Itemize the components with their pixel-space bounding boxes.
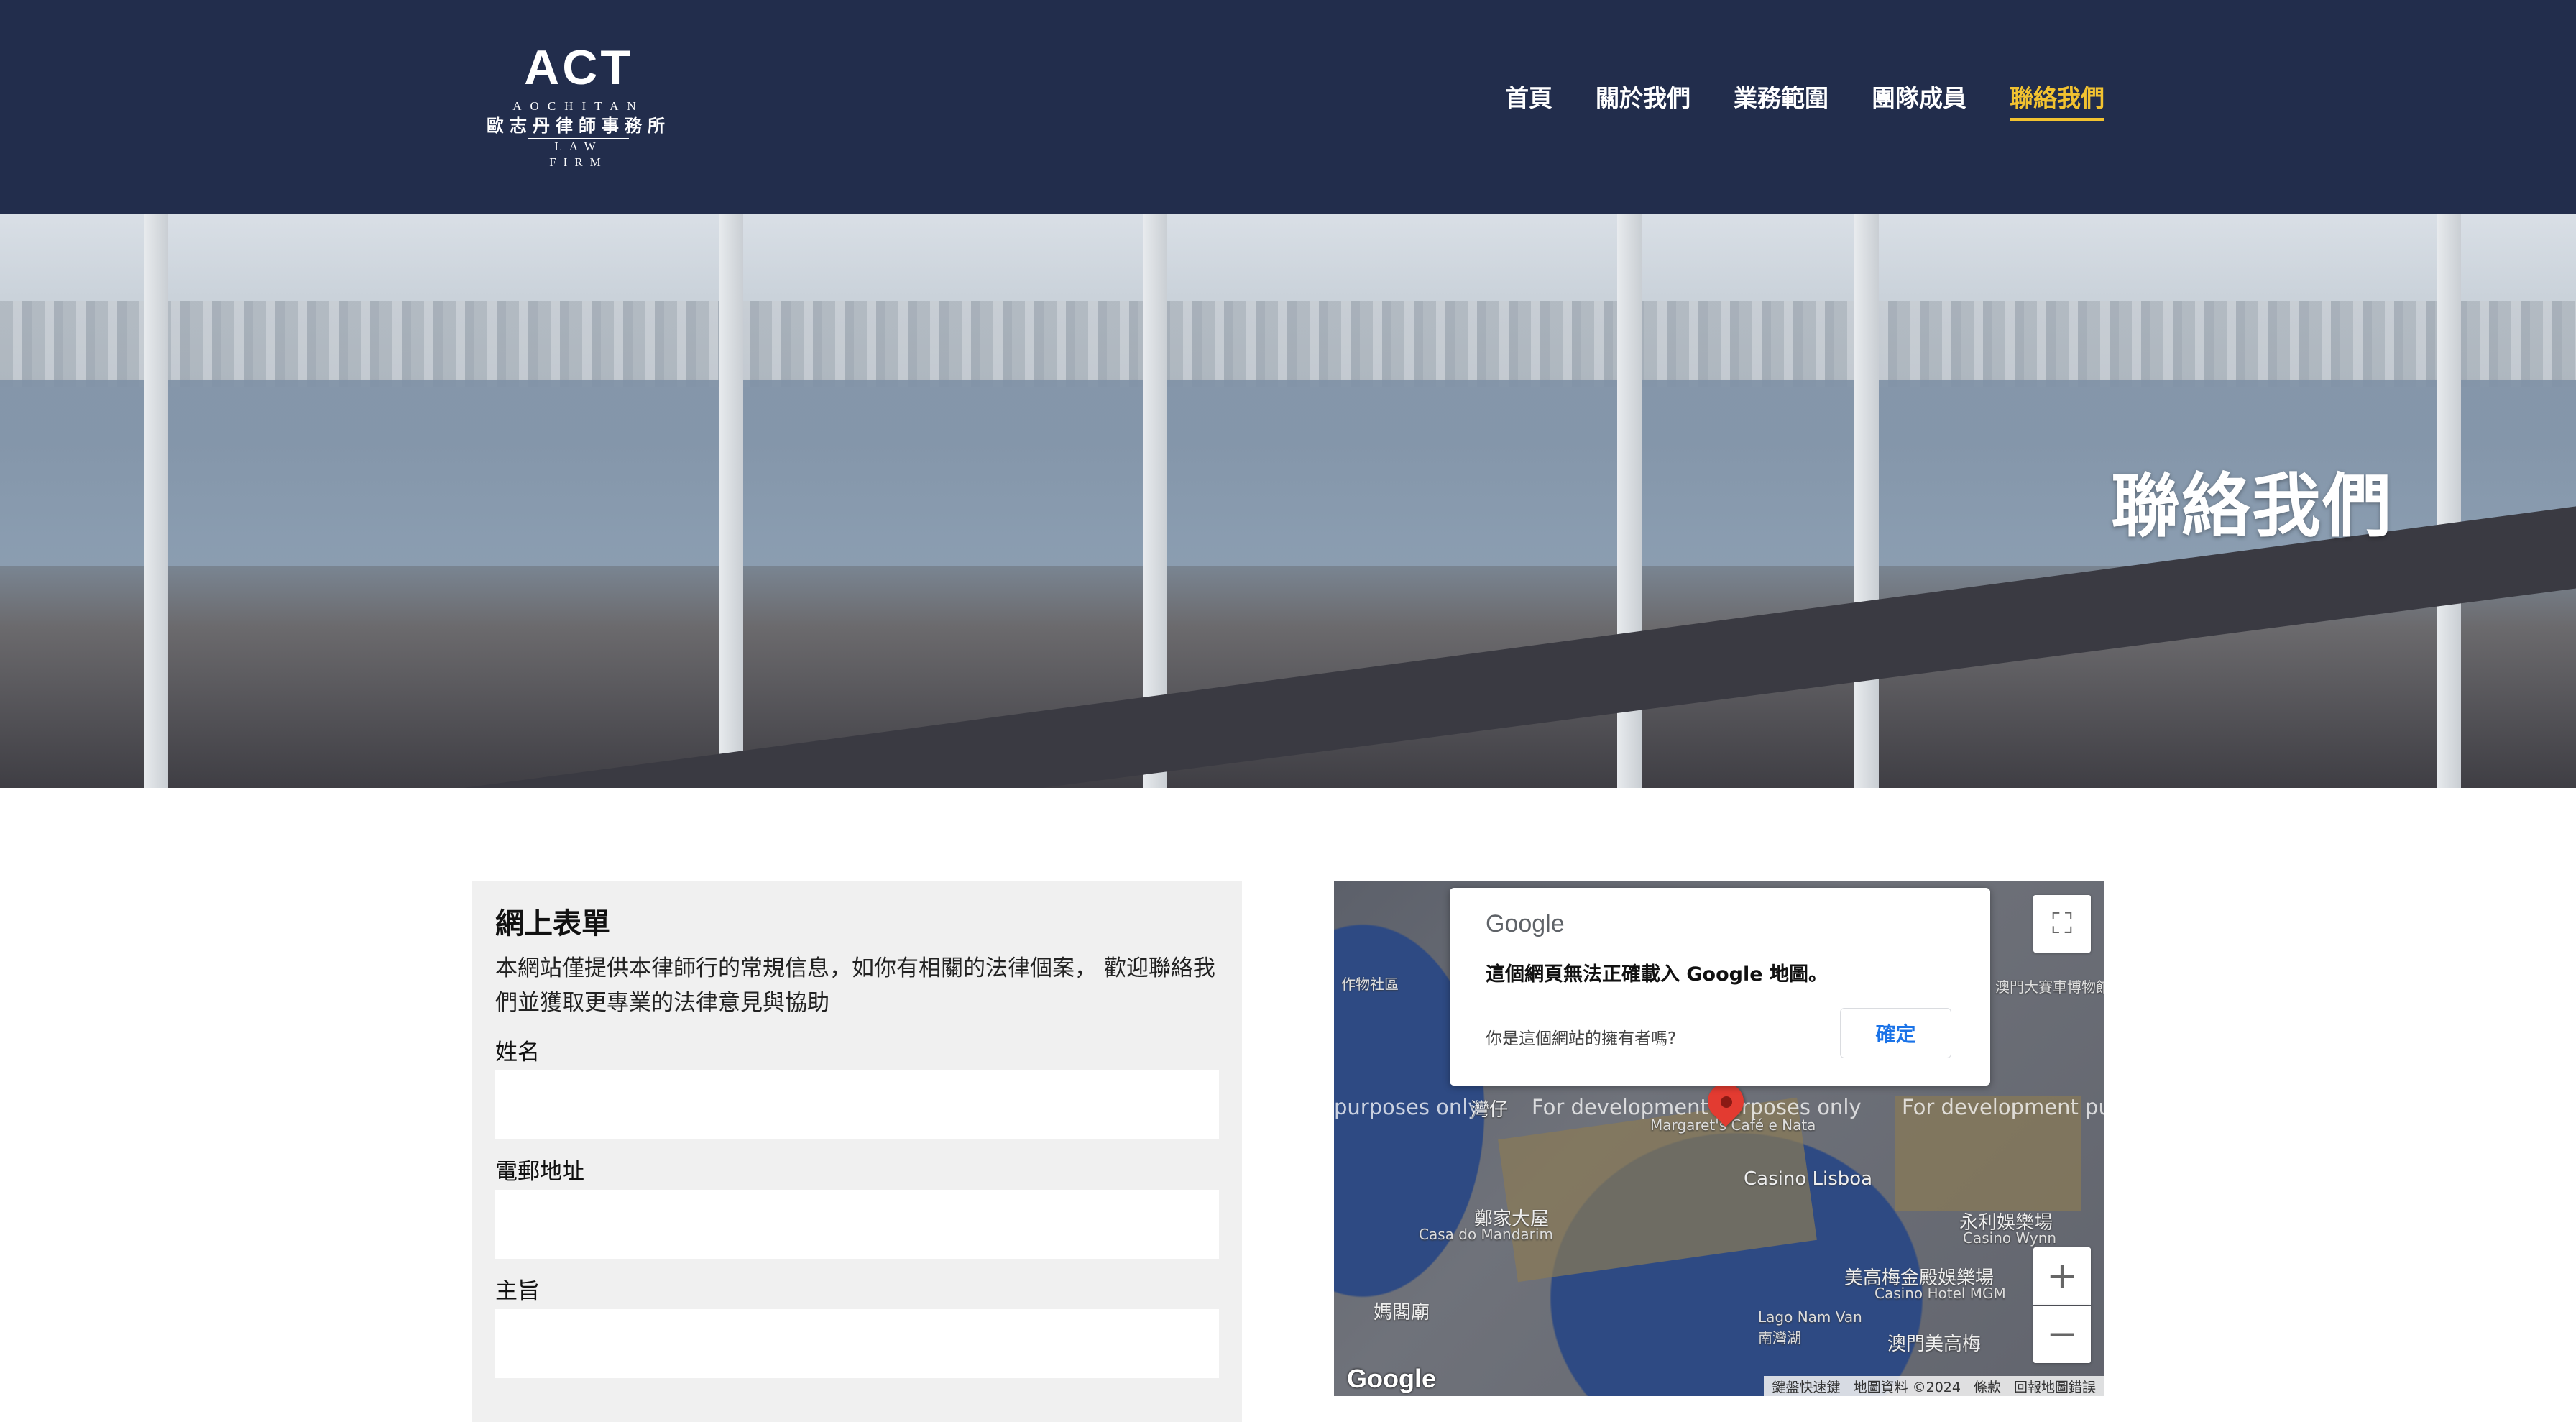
map-label: 澳門大賽車博物館	[1995, 978, 2104, 996]
map-label: Casino Lisboa	[1744, 1168, 1873, 1190]
subject-label: 主旨	[495, 1278, 540, 1304]
hero-window-frame	[1854, 214, 1879, 788]
fullscreen-icon[interactable]: ⛶	[2033, 895, 2091, 953]
main-nav: 首頁 關於我們 業務範圍 團隊成員 聯絡我們	[1505, 81, 2104, 121]
logo-chinese-name: 歐志丹律師事務所	[487, 116, 671, 136]
nav-item-services[interactable]: 業務範圍	[1734, 81, 1828, 121]
email-input[interactable]	[495, 1190, 1219, 1259]
map-data-attribution: 地圖資料 ©2024	[1853, 1379, 1961, 1395]
map-dev-watermark: purposes only	[1334, 1095, 1481, 1119]
map-dev-watermark: For development purposes only	[1532, 1095, 1862, 1119]
nav-item-home[interactable]: 首頁	[1505, 81, 1552, 121]
subject-input[interactable]	[495, 1309, 1219, 1378]
site-logo[interactable]: ACT AOCHITAN 歐志丹律師事務所 LAW FIRM	[478, 40, 679, 169]
logo-subtitle: LAW FIRM	[528, 138, 629, 170]
logo-latin-name: AOCHITAN	[512, 99, 645, 113]
name-label: 姓名	[495, 1040, 540, 1065]
map-label: Lago Nam Van	[1758, 1308, 1862, 1326]
google-map[interactable]: purposes only For development purposes o…	[1334, 881, 2104, 1396]
hero-cityscape	[0, 301, 2576, 387]
map-terms-link[interactable]: 條款	[1974, 1377, 2001, 1396]
hero-window-frame	[144, 214, 168, 788]
zoom-out-icon[interactable]: −	[2033, 1306, 2091, 1363]
map-footer: 鍵盤快速鍵 地圖資料 ©2024 條款 回報地圖錯誤	[1763, 1376, 2104, 1396]
hero-window-frame	[2437, 214, 2461, 788]
map-label: Casa do Mandarim	[1419, 1226, 1553, 1243]
nav-item-about[interactable]: 關於我們	[1596, 81, 1690, 121]
map-label: Casino Hotel MGM	[1874, 1285, 2006, 1302]
map-dev-watermark: For development purp	[1902, 1095, 2104, 1119]
site-header: ACT AOCHITAN 歐志丹律師事務所 LAW FIRM 首頁 關於我們 業…	[0, 0, 2576, 214]
contact-form: 網上表單 本網站僅提供本律師行的常規信息，如你有相關的法律個案， 歡迎聯絡我們並…	[472, 881, 1242, 1422]
map-label: 灣仔	[1471, 1099, 1509, 1121]
google-logo[interactable]: Google	[1347, 1364, 1436, 1394]
map-label: Casino Wynn	[1963, 1229, 2057, 1247]
zoom-in-icon[interactable]: +	[2033, 1247, 2091, 1305]
email-label: 電郵地址	[495, 1159, 584, 1185]
map-marker-dot	[1721, 1096, 1732, 1108]
form-title: 網上表單	[495, 907, 610, 940]
nav-item-contact[interactable]: 聯絡我們	[2010, 81, 2104, 121]
map-keyboard-shortcuts-link[interactable]: 鍵盤快速鍵	[1772, 1377, 1841, 1396]
map-label: 媽閣廟	[1374, 1302, 1430, 1324]
map-ok-button[interactable]: 確定	[1840, 1008, 1951, 1058]
hero-banner: 聯絡我們	[0, 214, 2576, 788]
map-label: 澳門美高梅	[1887, 1334, 1982, 1355]
map-owner-question[interactable]: 你是這個網站的擁有者嗎?	[1486, 1024, 1676, 1049]
hero-window-frame	[719, 214, 743, 788]
google-brand: Google	[1486, 910, 1565, 937]
map-error-dialog: Google 這個網頁無法正確載入 Google 地圖。 你是這個網站的擁有者嗎…	[1450, 888, 1990, 1086]
logo-mark: ACT	[524, 40, 633, 95]
map-report-error-link[interactable]: 回報地圖錯誤	[2014, 1377, 2096, 1396]
map-label: 作物社區	[1341, 976, 1399, 993]
name-input[interactable]	[495, 1070, 1219, 1139]
form-description: 本網站僅提供本律師行的常規信息，如你有相關的法律個案， 歡迎聯絡我們並獲取更專業…	[495, 955, 1215, 1016]
nav-item-team[interactable]: 團隊成員	[1872, 81, 1966, 121]
hero-title: 聯絡我們	[2111, 466, 2393, 546]
map-error-message: 這個網頁無法正確載入 Google 地圖。	[1486, 963, 1828, 986]
map-label: 南灣湖	[1758, 1329, 1801, 1347]
